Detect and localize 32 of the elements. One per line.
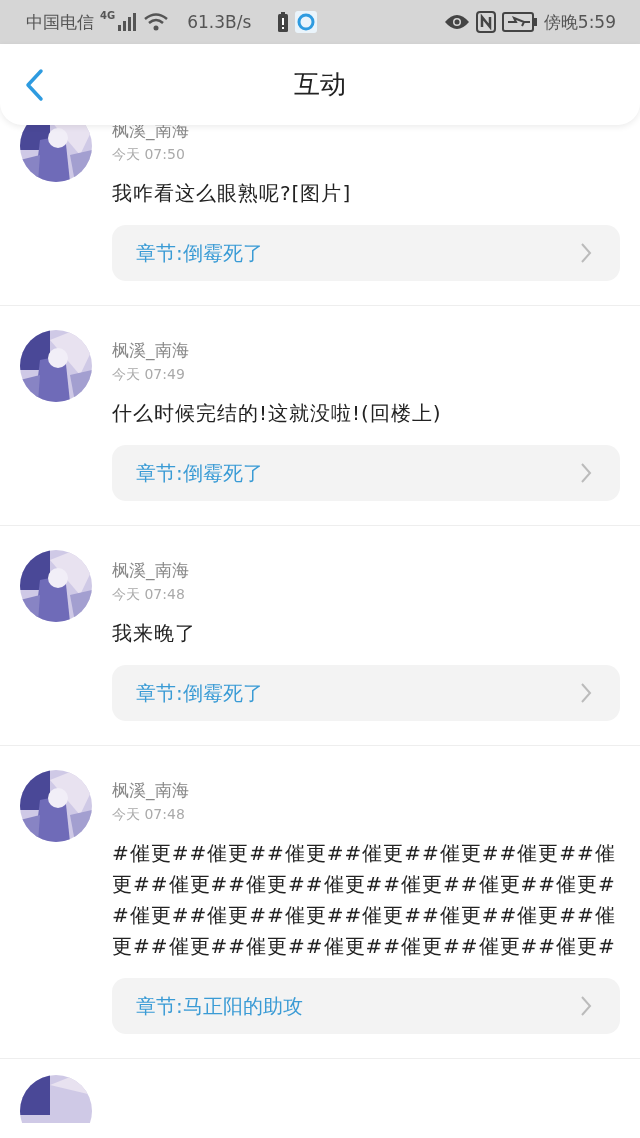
chevron-icon [580,242,592,264]
carrier-name: 中国电信 [26,10,94,34]
chapter-link[interactable]: 章节:倒霉死了 [112,445,620,501]
comment-time: 今天 07:50 [112,145,186,164]
back-icon[interactable] [24,68,44,102]
comment-text: 我咋看这么眼熟呢?[图片] [112,180,353,207]
chapter-link[interactable]: 章节:马正阳的助攻 [112,978,620,1034]
chapter-link[interactable]: 章节:倒霉死了 [112,665,620,721]
network-type: 4G [100,10,116,21]
comment-text: 我来晚了 [112,620,197,647]
wifi-icon [143,12,170,32]
eye-icon [443,13,470,31]
comment-time: 今天 07:48 [112,585,186,604]
comment-text: 什么时候完结的!这就没啦!(回楼上) [112,400,443,427]
comment-text: #催更##催更##催更##催更##催更##催更##催更##催更##催更##催更##催更##催更##催更##催更##催更##催更##催更##催更##催更##催更##催更##催更##催更##催更##催更##催更# [112,840,617,960]
battery-alert-icon [277,12,290,32]
nfc-icon [475,11,496,33]
chevron-icon [580,462,592,484]
chevron-icon [580,995,592,1017]
user-name: 枫溪_南海 [112,779,190,802]
app-icon [295,11,318,33]
signal-icon [117,13,138,31]
chapter-link[interactable]: 章节:倒霉死了 [112,225,620,281]
clock: 傍晚5:59 [543,10,616,34]
page-title: 互动 [294,68,346,101]
user-name: 枫溪_南海 [112,339,190,362]
comment-time: 今天 07:49 [112,365,186,384]
battery-charging-icon [501,12,538,32]
comment-time: 今天 07:48 [112,805,186,824]
network-speed: 61.3B/s [187,12,252,32]
user-name: 枫溪_南海 [112,559,190,582]
chevron-icon [580,682,592,704]
